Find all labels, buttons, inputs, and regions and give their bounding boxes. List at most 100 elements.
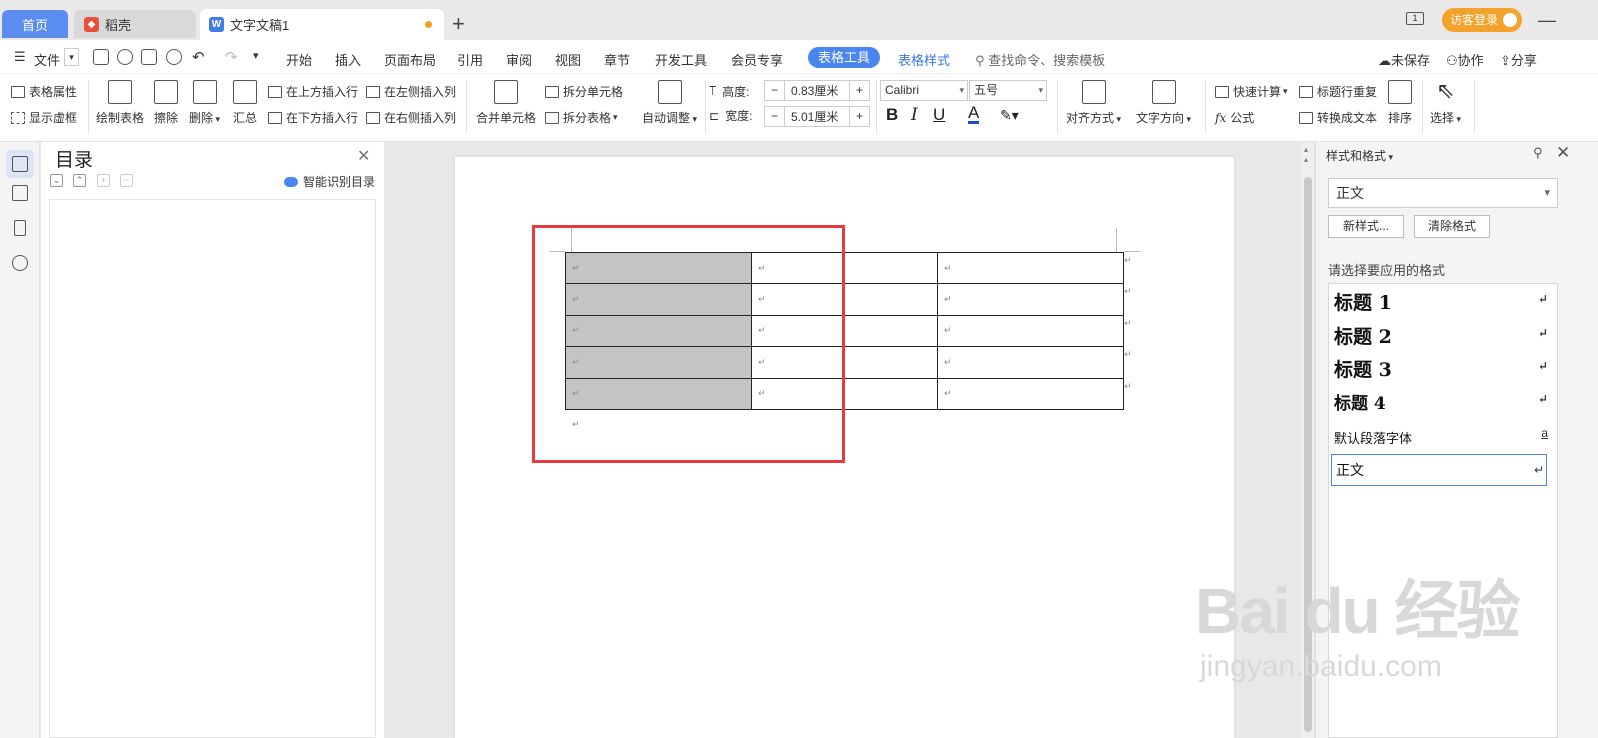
redo-icon[interactable]: ↷ xyxy=(225,48,238,66)
insert-col-left-button[interactable]: 在左侧插入列 xyxy=(366,83,456,100)
styles-pane-title[interactable]: 样式和格式 ▾ xyxy=(1326,147,1393,164)
menu-chapter[interactable]: 章节 xyxy=(604,50,630,69)
text-direction-button[interactable]: 文字方向 ▾ xyxy=(1136,80,1191,126)
row-height-stepper[interactable]: − 0.83厘米 + xyxy=(764,80,870,101)
auto-fit-button[interactable]: 自动调整 ▾ xyxy=(642,80,697,126)
bookmark-icon[interactable] xyxy=(14,220,26,236)
new-tab-button[interactable]: + xyxy=(452,12,465,36)
tab-daoke[interactable]: ◆ 稻壳 xyxy=(74,10,196,38)
new-style-button[interactable]: 新样式... xyxy=(1328,215,1404,238)
menu-start[interactable]: 开始 xyxy=(286,50,312,69)
height-increment-button[interactable]: + xyxy=(849,81,869,100)
menu-page-layout[interactable]: 页面布局 xyxy=(384,50,436,69)
tab-document[interactable]: W 文字文稿1 xyxy=(200,9,444,40)
navigation-tree-icon[interactable] xyxy=(12,185,28,201)
height-value[interactable]: 0.83厘米 xyxy=(785,82,849,99)
draw-table-button[interactable]: 绘制表格 xyxy=(96,80,144,126)
repeat-header-button[interactable]: 标题行重复 xyxy=(1299,83,1377,100)
toc-icon[interactable] xyxy=(12,156,28,172)
font-color-button[interactable]: A xyxy=(968,104,980,124)
height-decrement-button[interactable]: − xyxy=(765,81,785,100)
print-icon[interactable] xyxy=(141,49,157,65)
merge-cells-button[interactable]: 合并单元格 xyxy=(476,80,536,126)
tab-document-label: 文字文稿1 xyxy=(230,18,290,33)
highlight-icon[interactable]: ✎▾ xyxy=(1000,107,1019,124)
share-button[interactable]: ⇪分享 xyxy=(1500,50,1537,69)
underline-button[interactable]: U xyxy=(933,105,945,125)
show-gridlines-button[interactable]: 显示虚框 xyxy=(11,109,77,126)
quick-calc-button[interactable]: 快速计算 ▾ xyxy=(1215,83,1288,100)
table-cell[interactable]: ↵ xyxy=(937,314,1124,348)
select-button[interactable]: ⇖ 选择 ▾ xyxy=(1430,80,1461,126)
current-style-select[interactable]: 正文 xyxy=(1328,178,1558,208)
width-value[interactable]: 5.01厘米 xyxy=(785,108,849,125)
scroll-up-icon[interactable]: ▴ xyxy=(1304,155,1308,164)
table-cell[interactable]: ↵ xyxy=(937,283,1124,316)
tab-table-tools[interactable]: 表格工具 xyxy=(808,47,880,68)
promote-icon[interactable]: + xyxy=(97,174,110,187)
delete-button[interactable]: 删除 ▾ xyxy=(189,80,220,126)
window-layout-icon[interactable]: 1 xyxy=(1406,12,1424,25)
font-size-select[interactable]: 五号 xyxy=(969,80,1047,101)
close-icon[interactable]: ✕ xyxy=(357,146,370,166)
insert-col-right-button[interactable]: 在右侧插入列 xyxy=(366,109,456,126)
style-heading-1[interactable]: 标题 1 ↵ xyxy=(1334,288,1550,315)
erase-button[interactable]: 擦除 xyxy=(154,80,178,126)
unsaved-button[interactable]: ☁未保存 xyxy=(1378,50,1430,69)
summary-button[interactable]: 汇总 xyxy=(233,80,257,126)
tab-table-style[interactable]: 表格样式 xyxy=(898,50,950,69)
minimize-button[interactable]: — xyxy=(1538,10,1556,31)
convert-to-text-button[interactable]: 转换成文本 xyxy=(1299,109,1377,126)
insert-row-above-button[interactable]: 在上方插入行 xyxy=(268,83,358,100)
scroll-up-icon[interactable]: ▴ xyxy=(1304,145,1308,154)
undo-icon[interactable]: ↶ xyxy=(192,48,205,66)
width-increment-button[interactable]: + xyxy=(849,107,869,126)
collaborate-button[interactable]: ⚇协作 xyxy=(1446,50,1484,69)
menu-member[interactable]: 会员专享 xyxy=(731,50,783,69)
sort-button[interactable]: 排序 xyxy=(1388,80,1412,126)
menu-review[interactable]: 审阅 xyxy=(506,50,532,69)
table-cell[interactable]: ↵ xyxy=(937,377,1124,410)
hamburger-icon[interactable]: ☰ xyxy=(14,49,26,65)
format-painter-icon[interactable] xyxy=(117,49,133,65)
style-heading-3[interactable]: 标题 3 ↵ xyxy=(1334,355,1550,382)
more-dropdown-icon[interactable]: ▾ xyxy=(253,49,259,62)
italic-button[interactable]: I xyxy=(911,105,918,125)
file-dropdown-icon[interactable]: ▾ xyxy=(64,48,79,66)
style-heading-2[interactable]: 标题 2 ↵ xyxy=(1334,322,1550,349)
pin-icon[interactable]: ⚲ xyxy=(1533,145,1543,161)
menu-reference[interactable]: 引用 xyxy=(457,50,483,69)
formula-button[interactable]: fx 公式 xyxy=(1215,109,1254,126)
menu-dev-tools[interactable]: 开发工具 xyxy=(655,50,707,69)
font-name-select[interactable]: Calibri xyxy=(880,80,968,101)
tab-home-label: 首页 xyxy=(21,17,48,33)
bold-button[interactable]: B xyxy=(886,105,898,125)
style-default-font[interactable]: 默认段落字体 a xyxy=(1334,426,1550,447)
split-cell-button[interactable]: 拆分单元格 xyxy=(545,83,623,100)
style-normal[interactable]: 正文 ↵ xyxy=(1331,454,1547,486)
width-decrement-button[interactable]: − xyxy=(765,107,785,126)
insert-row-below-button[interactable]: 在下方插入行 xyxy=(268,109,358,126)
alignment-button[interactable]: 对齐方式 ▾ xyxy=(1066,80,1121,126)
file-menu[interactable]: 文件 xyxy=(34,50,60,69)
print-preview-icon[interactable] xyxy=(166,49,182,65)
clear-format-button[interactable]: 清除格式 xyxy=(1414,215,1490,238)
command-search[interactable]: ⚲ 查找命令、搜索模板 xyxy=(975,50,1105,69)
menu-insert[interactable]: 插入 xyxy=(335,50,361,69)
split-table-button[interactable]: 拆分表格 ▾ xyxy=(545,109,618,126)
table-cell[interactable]: ↵ xyxy=(937,251,1124,285)
guest-login-button[interactable]: 访客登录 xyxy=(1442,8,1522,32)
collapse-icon[interactable]: ⌄ xyxy=(50,174,63,187)
demote-icon[interactable]: − xyxy=(120,174,133,187)
tab-home[interactable]: 首页 xyxy=(2,10,68,38)
save-icon[interactable] xyxy=(93,49,109,65)
menu-view[interactable]: 视图 xyxy=(555,50,581,69)
expand-icon[interactable]: ⌃ xyxy=(73,174,86,187)
style-heading-4[interactable]: 标题 4 ↵ xyxy=(1334,389,1550,414)
find-icon[interactable] xyxy=(12,255,28,271)
smart-toc-button[interactable]: 智能识别目录 xyxy=(284,173,375,190)
close-icon[interactable]: ✕ xyxy=(1556,143,1570,163)
col-width-stepper[interactable]: − 5.01厘米 + xyxy=(764,106,870,127)
table-cell[interactable]: ↵ xyxy=(937,346,1124,379)
table-properties-button[interactable]: 表格属性 xyxy=(11,83,77,100)
